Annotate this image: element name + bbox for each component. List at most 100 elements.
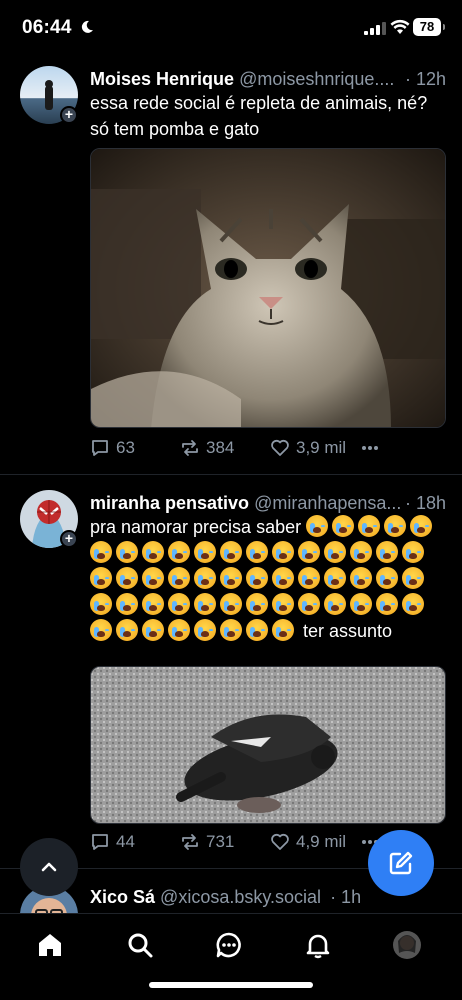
loudly-crying-face-icon	[194, 567, 216, 589]
loudly-crying-face-icon	[142, 593, 164, 615]
heart-icon	[271, 439, 289, 456]
display-name[interactable]: miranha pensativo	[90, 493, 249, 513]
post-time: · 18h	[400, 492, 446, 514]
signal-icon	[364, 22, 386, 35]
like-button[interactable]: 3,9 mil	[270, 438, 346, 458]
home-icon	[39, 934, 61, 956]
like-count: 3,9 mil	[296, 438, 347, 457]
loudly-crying-face-icon	[298, 541, 320, 563]
post-header: Moises Henrique @moiseshnrique.... · 12h	[90, 68, 446, 90]
post-header: miranha pensativo @miranhapensa... · 18h	[90, 492, 446, 514]
nav-chat[interactable]	[214, 930, 244, 960]
reply-count: 63	[116, 438, 135, 457]
loudly-crying-face-icon	[116, 567, 138, 589]
loudly-crying-face-icon	[168, 619, 190, 641]
loudly-crying-face-icon	[220, 567, 242, 589]
loudly-crying-face-icon	[220, 541, 242, 563]
post-image[interactable]	[90, 666, 446, 824]
loudly-crying-face-icon	[116, 593, 138, 615]
pigeon-photo-icon	[91, 667, 445, 823]
loudly-crying-face-icon	[90, 541, 112, 563]
profile-avatar	[393, 931, 421, 959]
loudly-crying-face-icon	[220, 593, 242, 615]
wifi-icon	[390, 19, 410, 34]
handle[interactable]: @xicosa.bsky.social	[160, 887, 321, 907]
loudly-crying-face-icon	[246, 619, 268, 641]
emoji-line	[306, 515, 436, 537]
search-icon	[128, 933, 153, 958]
repost-button[interactable]: 731	[180, 832, 234, 852]
post-time: · 1h	[326, 887, 362, 907]
reply-button[interactable]: 44	[90, 832, 135, 852]
loudly-crying-face-icon	[90, 619, 112, 641]
loudly-crying-face-icon	[376, 593, 398, 615]
loudly-crying-face-icon	[246, 541, 268, 563]
post-time: · 12h	[400, 68, 446, 90]
more-button[interactable]	[360, 438, 380, 458]
loudly-crying-face-icon	[272, 567, 294, 589]
cat-photo-icon	[91, 149, 445, 427]
loudly-crying-face-icon	[402, 541, 424, 563]
handle[interactable]: @moiseshnrique....	[239, 69, 394, 89]
loudly-crying-face-icon	[142, 619, 164, 641]
display-name[interactable]: Moises Henrique	[90, 69, 234, 89]
display-name[interactable]: Xico Sá	[90, 887, 155, 907]
status-bar: 06:44 78	[0, 0, 462, 56]
repost-count: 384	[206, 438, 235, 457]
loudly-crying-face-icon	[142, 567, 164, 589]
loudly-crying-face-icon	[90, 593, 112, 615]
nav-search[interactable]	[125, 930, 155, 960]
reply-icon	[92, 440, 108, 456]
loudly-crying-face-icon	[410, 515, 433, 537]
loudly-crying-face-icon	[142, 541, 164, 563]
post[interactable]: + miranha pensativo @miranhapensa... · 1…	[0, 490, 462, 860]
compose-icon	[389, 851, 413, 875]
loudly-crying-face-icon	[194, 541, 216, 563]
repost-button[interactable]: 384	[180, 438, 234, 458]
repost-icon	[182, 834, 198, 850]
loudly-crying-face-icon	[246, 567, 268, 589]
nav-home[interactable]	[35, 930, 65, 960]
loudly-crying-face-icon	[350, 567, 372, 589]
loudly-crying-face-icon	[168, 541, 190, 563]
loudly-crying-face-icon	[358, 515, 381, 537]
loudly-crying-face-icon	[272, 593, 294, 615]
divider	[0, 474, 462, 475]
post-text: essa rede social é repleta de animais, n…	[90, 93, 428, 139]
status-time: 06:44	[22, 17, 72, 38]
loudly-crying-face-icon	[194, 619, 216, 641]
chevron-up-icon	[41, 862, 57, 872]
loudly-crying-face-icon	[332, 515, 355, 537]
home-indicator	[149, 982, 313, 988]
loudly-crying-face-icon	[324, 593, 346, 615]
heart-icon	[271, 833, 289, 850]
loudly-crying-face-icon	[116, 619, 138, 641]
loudly-crying-face-icon	[298, 567, 320, 589]
loudly-crying-face-icon	[116, 541, 138, 563]
post-text-suffix: ter assunto	[303, 621, 393, 641]
repost-icon	[182, 440, 198, 456]
post-text: pra namorar precisa saber ter assunto	[90, 514, 446, 644]
more-icon	[362, 446, 378, 450]
loudly-crying-face-icon	[168, 593, 190, 615]
like-button[interactable]: 4,9 mil	[270, 832, 346, 852]
handle[interactable]: @miranhapensa...	[254, 493, 401, 513]
nav-profile[interactable]	[392, 930, 422, 960]
loudly-crying-face-icon	[272, 541, 294, 563]
scroll-to-top-button[interactable]	[20, 838, 78, 896]
loudly-crying-face-icon	[90, 567, 112, 589]
loudly-crying-face-icon	[384, 515, 407, 537]
post-text-prefix: pra namorar precisa saber	[90, 517, 302, 537]
loudly-crying-face-icon	[376, 541, 398, 563]
moon-icon	[81, 20, 93, 33]
post[interactable]: + Moises Henrique @moiseshnrique.... · 1…	[0, 66, 462, 474]
loudly-crying-face-icon	[298, 593, 320, 615]
follow-plus-icon[interactable]: +	[60, 106, 78, 124]
post-image[interactable]	[90, 148, 446, 428]
like-count: 4,9 mil	[296, 832, 347, 851]
loudly-crying-face-icon	[272, 619, 294, 641]
follow-plus-icon[interactable]: +	[60, 530, 78, 548]
nav-notifications[interactable]	[303, 930, 333, 960]
reply-button[interactable]: 63	[90, 438, 135, 458]
compose-button[interactable]	[368, 830, 434, 896]
